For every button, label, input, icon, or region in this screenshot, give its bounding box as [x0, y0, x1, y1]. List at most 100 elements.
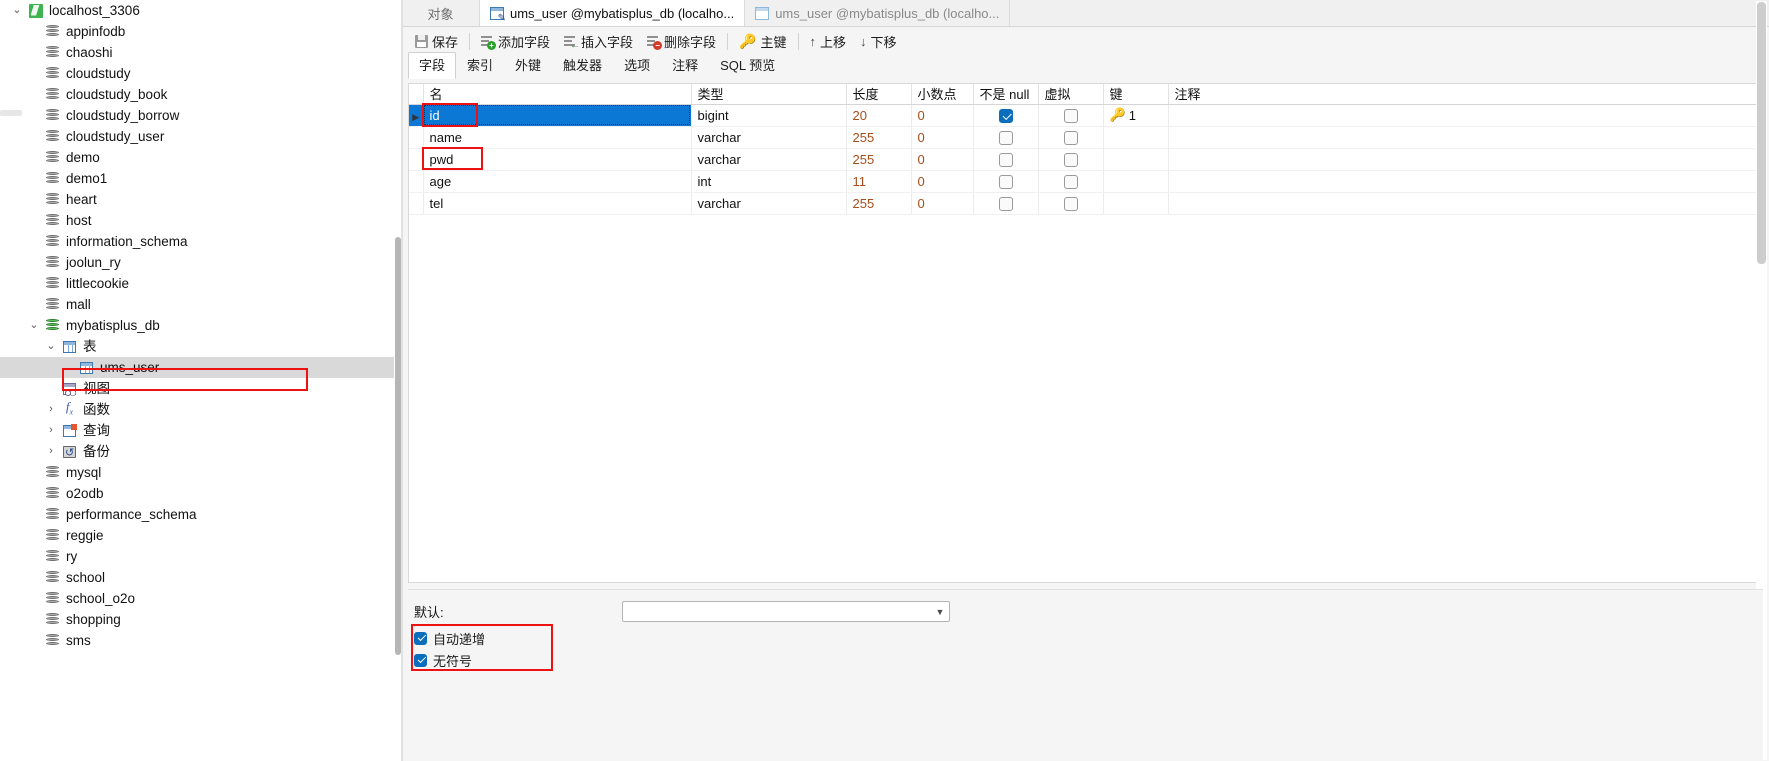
chevron-right-icon[interactable]: › — [42, 441, 60, 462]
field-decimals-cell[interactable]: 0 — [911, 148, 974, 171]
chevron-down-icon[interactable]: ⌄ — [25, 315, 43, 336]
tab-table-design[interactable]: ums_user @mybatisplus_db (localho... — [480, 0, 746, 26]
field-not-null-cell[interactable] — [973, 170, 1039, 193]
field-row[interactable]: pwd varchar 255 0 — [409, 148, 1762, 171]
move-down-button[interactable]: ↓ 下移 — [853, 30, 904, 53]
unsigned-checkbox[interactable] — [414, 653, 427, 667]
field-decimals-cell[interactable]: 0 — [911, 170, 974, 193]
tree-item-cloudstudy_borrow[interactable]: cloudstudy_borrow — [0, 105, 402, 126]
tree-item-localhost_3306[interactable]: ⌄ localhost_3306 — [0, 0, 402, 21]
fields-table[interactable]: 名 类型 长度 小数点 不是 null 虚拟 键 注释 ▶ id bigint 20 0… — [409, 84, 1762, 215]
field-virtual-cell[interactable] — [1038, 104, 1104, 127]
field-length-cell[interactable]: 20 — [846, 104, 912, 127]
tree-item-shopping[interactable]: shopping — [0, 609, 402, 630]
field-not-null-cell[interactable] — [973, 104, 1039, 127]
subtab-4[interactable]: 选项 — [613, 52, 661, 79]
field-not-null-cell[interactable] — [973, 126, 1039, 149]
row-marker[interactable] — [409, 192, 424, 215]
tree-item-mall[interactable]: mall — [0, 294, 402, 315]
design-toolbar[interactable]: 保存 + 添加字段 ← 插入字段 − 删除字段 🔑 主键 ↑ 上移 ↓ 下移 — [402, 27, 1769, 55]
tree-item-reggie[interactable]: reggie — [0, 525, 402, 546]
field-comment-cell[interactable] — [1168, 104, 1762, 127]
tab-table-data[interactable]: ums_user @mybatisplus_db (localho... — [745, 0, 1011, 26]
tree-item-host[interactable]: host — [0, 210, 402, 231]
field-type-cell[interactable]: int — [691, 170, 847, 193]
col-name[interactable]: 名 — [423, 84, 692, 105]
subtab-1[interactable]: 索引 — [456, 52, 504, 79]
tree-item-cloudstudy[interactable]: cloudstudy — [0, 63, 402, 84]
not-null-checkbox[interactable] — [998, 108, 1013, 123]
field-key-cell[interactable]: 🔑 1 — [1103, 104, 1169, 127]
tree-item-ums_user[interactable]: ums_user — [0, 357, 402, 378]
chevron-right-icon[interactable]: › — [42, 399, 60, 420]
field-length-cell[interactable]: 255 — [846, 126, 912, 149]
field-key-cell[interactable] — [1103, 170, 1169, 193]
fields-grid[interactable]: 名 类型 长度 小数点 不是 null 虚拟 键 注释 ▶ id bigint 20 0… — [408, 83, 1763, 583]
row-marker[interactable] — [409, 126, 424, 149]
field-decimals-cell[interactable]: 0 — [911, 126, 974, 149]
subtab-3[interactable]: 触发器 — [552, 52, 613, 79]
field-virtual-cell[interactable] — [1038, 192, 1104, 215]
field-key-cell[interactable] — [1103, 126, 1169, 149]
field-type-cell[interactable]: varchar — [691, 148, 847, 171]
field-comment-cell[interactable] — [1168, 126, 1762, 149]
field-decimals-cell[interactable]: 0 — [911, 192, 974, 215]
chevron-right-icon[interactable]: › — [42, 420, 60, 441]
auto-increment-checkbox-row[interactable]: 自动递增 — [414, 627, 1763, 649]
tree-item-cloudstudy_book[interactable]: cloudstudy_book — [0, 84, 402, 105]
editor-tabbar[interactable]: 对象 ums_user @mybatisplus_db (localho... … — [402, 0, 1769, 27]
database-tree[interactable]: ⌄ localhost_3306 appinfodb chaoshi clouds… — [0, 0, 402, 651]
field-comment-cell[interactable] — [1168, 170, 1762, 193]
add-field-button[interactable]: + 添加字段 — [474, 30, 557, 53]
field-name-cell[interactable]: id — [423, 104, 692, 127]
field-not-null-cell[interactable] — [973, 192, 1039, 215]
field-type-cell[interactable]: varchar — [691, 126, 847, 149]
not-null-checkbox[interactable] — [998, 174, 1013, 189]
tree-item-mysql[interactable]: mysql — [0, 462, 402, 483]
tree-item-performance_schema[interactable]: performance_schema — [0, 504, 402, 525]
tree-item-information_schema[interactable]: information_schema — [0, 231, 402, 252]
field-type-cell[interactable]: varchar — [691, 192, 847, 215]
virtual-checkbox[interactable] — [1063, 152, 1078, 167]
field-row[interactable]: name varchar 255 0 — [409, 126, 1762, 149]
virtual-checkbox[interactable] — [1063, 130, 1078, 145]
tree-item-ry[interactable]: ry — [0, 546, 402, 567]
field-name-cell[interactable]: tel — [423, 192, 692, 215]
field-type-cell[interactable]: bigint — [691, 104, 847, 127]
object-tree-sidebar[interactable]: ⌄ localhost_3306 appinfodb chaoshi clouds… — [0, 0, 402, 761]
tree-item-chaoshi[interactable]: chaoshi — [0, 42, 402, 63]
field-not-null-cell[interactable] — [973, 148, 1039, 171]
field-virtual-cell[interactable] — [1038, 170, 1104, 193]
tree-item-demo[interactable]: demo — [0, 147, 402, 168]
field-comment-cell[interactable] — [1168, 148, 1762, 171]
subtab-6[interactable]: SQL 预览 — [709, 52, 786, 79]
tree-item-appinfodb[interactable]: appinfodb — [0, 21, 402, 42]
default-value-combobox[interactable]: ▼ — [622, 601, 950, 622]
insert-field-button[interactable]: ← 插入字段 — [557, 30, 640, 53]
field-row[interactable]: ▶ id bigint 20 0 🔑 1 — [409, 104, 1762, 127]
col-virtual[interactable]: 虚拟 — [1038, 84, 1104, 105]
not-null-checkbox[interactable] — [998, 196, 1013, 211]
virtual-checkbox[interactable] — [1063, 108, 1078, 123]
virtual-checkbox[interactable] — [1063, 196, 1078, 211]
tree-item-cloudstudy_user[interactable]: cloudstudy_user — [0, 126, 402, 147]
unsigned-checkbox-row[interactable]: 无符号 — [414, 649, 1763, 671]
field-row[interactable]: tel varchar 255 0 — [409, 192, 1762, 215]
chevron-down-icon[interactable]: ⌄ — [8, 0, 26, 21]
not-null-checkbox[interactable] — [998, 130, 1013, 145]
field-key-cell[interactable] — [1103, 192, 1169, 215]
tree-item--[interactable]: › fx 函数 — [0, 399, 402, 420]
tree-item-mybatisplus_db[interactable]: ⌄ mybatisplus_db — [0, 315, 402, 336]
tree-item-joolun_ry[interactable]: joolun_ry — [0, 252, 402, 273]
save-button[interactable]: 保存 — [408, 30, 465, 53]
tree-item--[interactable]: ⌄ 表 — [0, 336, 402, 357]
tab-objects[interactable]: 对象 — [402, 0, 480, 26]
tree-item-o2odb[interactable]: o2odb — [0, 483, 402, 504]
tree-item-littlecookie[interactable]: littlecookie — [0, 273, 402, 294]
row-marker[interactable] — [409, 148, 424, 171]
subtab-5[interactable]: 注释 — [661, 52, 709, 79]
field-key-cell[interactable] — [1103, 148, 1169, 171]
col-not-null[interactable]: 不是 null — [973, 84, 1039, 105]
row-marker[interactable]: ▶ — [409, 104, 424, 127]
col-length[interactable]: 长度 — [846, 84, 912, 105]
